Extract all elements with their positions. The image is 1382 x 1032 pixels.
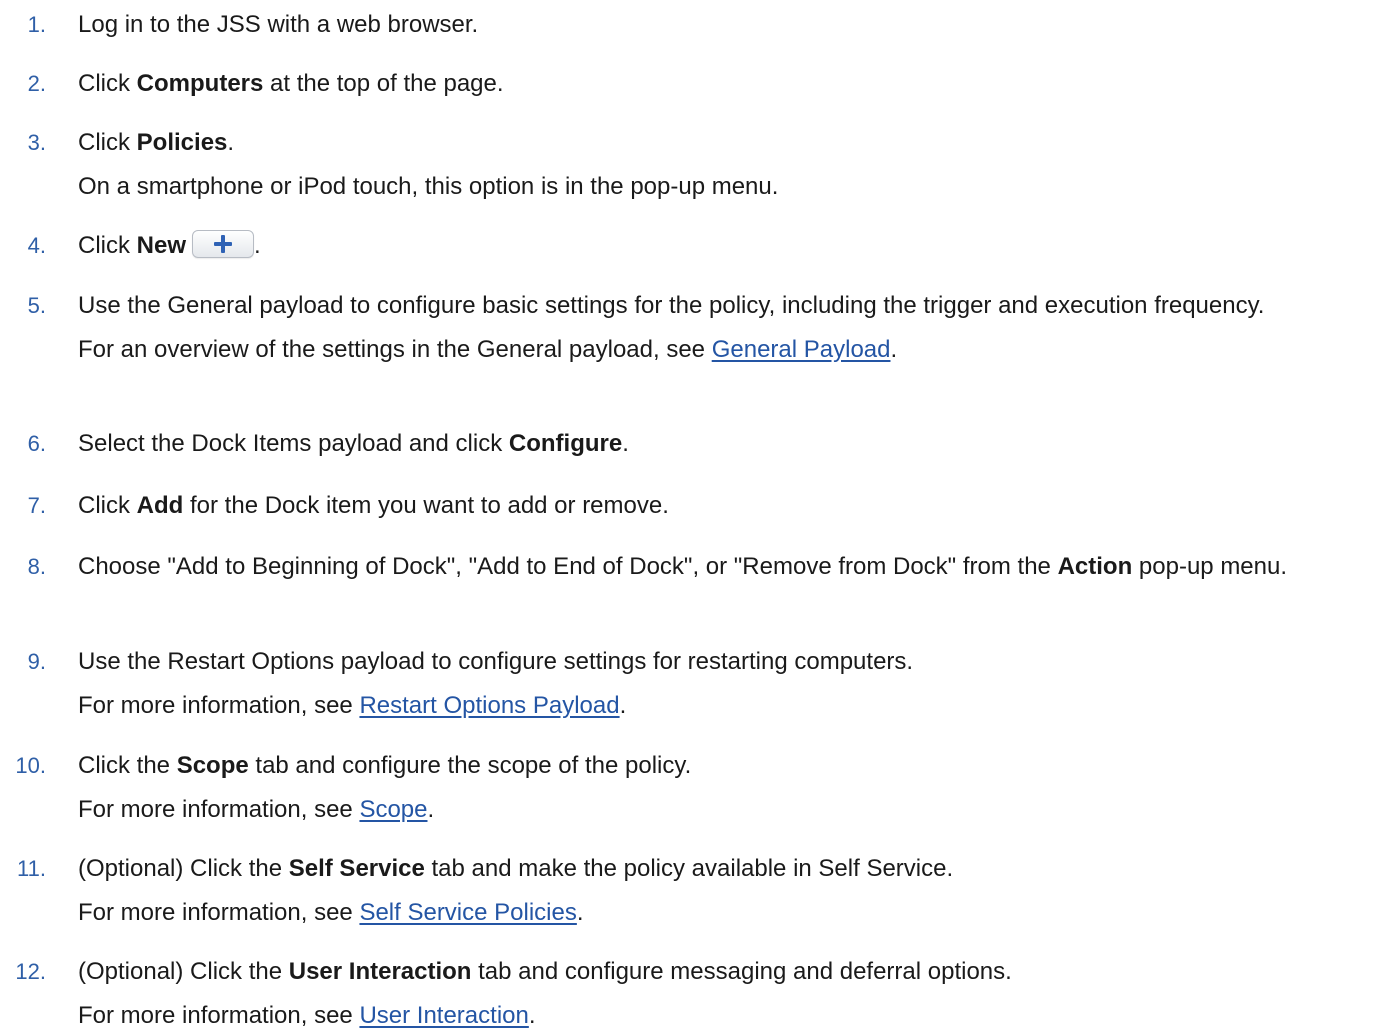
plus-icon (192, 229, 255, 258)
step-text: (Optional) Click the User Interaction ta… (78, 955, 1368, 1032)
step-note: For more information, see Self Service P… (78, 899, 584, 926)
step-number: 8. (27, 554, 46, 579)
ui-term-configure: Configure (508, 430, 623, 457)
step-text: Use the Restart Options payload to confi… (78, 645, 1368, 722)
step-text: Click Computers at the top of the page. (78, 70, 504, 97)
step-note: For more information, see Scope. (78, 796, 435, 823)
step-number: 7. (27, 493, 46, 518)
general-payload-link[interactable]: General Payload (712, 336, 891, 363)
step-number: 4. (27, 233, 46, 258)
step-number: 11. (17, 856, 46, 881)
ui-term-action: Action (1057, 553, 1133, 580)
step-note: For more information, see User Interacti… (78, 1002, 536, 1029)
step-number: 9. (27, 649, 46, 674)
step-text: Click the Scope tab and configure the sc… (78, 749, 1368, 826)
ui-term-scope: Scope (176, 752, 249, 779)
step-number: 1. (27, 12, 46, 37)
step-number: 2. (27, 71, 46, 96)
step-text: Select the Dock Items payload and click … (78, 430, 629, 457)
ui-term-policies: Policies (136, 129, 228, 156)
step-note: For an overview of the settings in the G… (78, 336, 898, 363)
ui-term-user-interaction: User Interaction (288, 958, 472, 985)
step-note: On a smartphone or iPod touch, this opti… (78, 173, 779, 200)
ui-term-add: Add (136, 492, 184, 519)
step-text: Click New. (78, 229, 1368, 262)
step-text: (Optional) Click the Self Service tab an… (78, 852, 1368, 929)
self-service-policies-link[interactable]: Self Service Policies (359, 899, 576, 926)
scope-link[interactable]: Scope (359, 796, 427, 823)
step-text: Choose "Add to Beginning of Dock", "Add … (78, 553, 1288, 580)
step-note: For more information, see Restart Option… (78, 692, 627, 719)
step-number: 3. (27, 130, 46, 155)
step-number: 10. (15, 753, 46, 778)
step-text: Click Add for the Dock item you want to … (78, 492, 669, 519)
step-text: Click Policies. On a smartphone or iPod … (78, 126, 1368, 203)
step-text: Use the General payload to configure bas… (78, 289, 1368, 366)
ui-term-computers: Computers (136, 70, 264, 97)
user-interaction-link[interactable]: User Interaction (359, 1002, 528, 1029)
step-number: 12. (15, 959, 46, 984)
restart-options-payload-link[interactable]: Restart Options Payload (359, 692, 619, 719)
ui-term-new: New (136, 232, 187, 259)
step-number: 5. (27, 293, 46, 318)
step-text: Log in to the JSS with a web browser. (78, 11, 479, 38)
ui-term-self-service: Self Service (288, 855, 425, 882)
step-number: 6. (27, 431, 46, 456)
